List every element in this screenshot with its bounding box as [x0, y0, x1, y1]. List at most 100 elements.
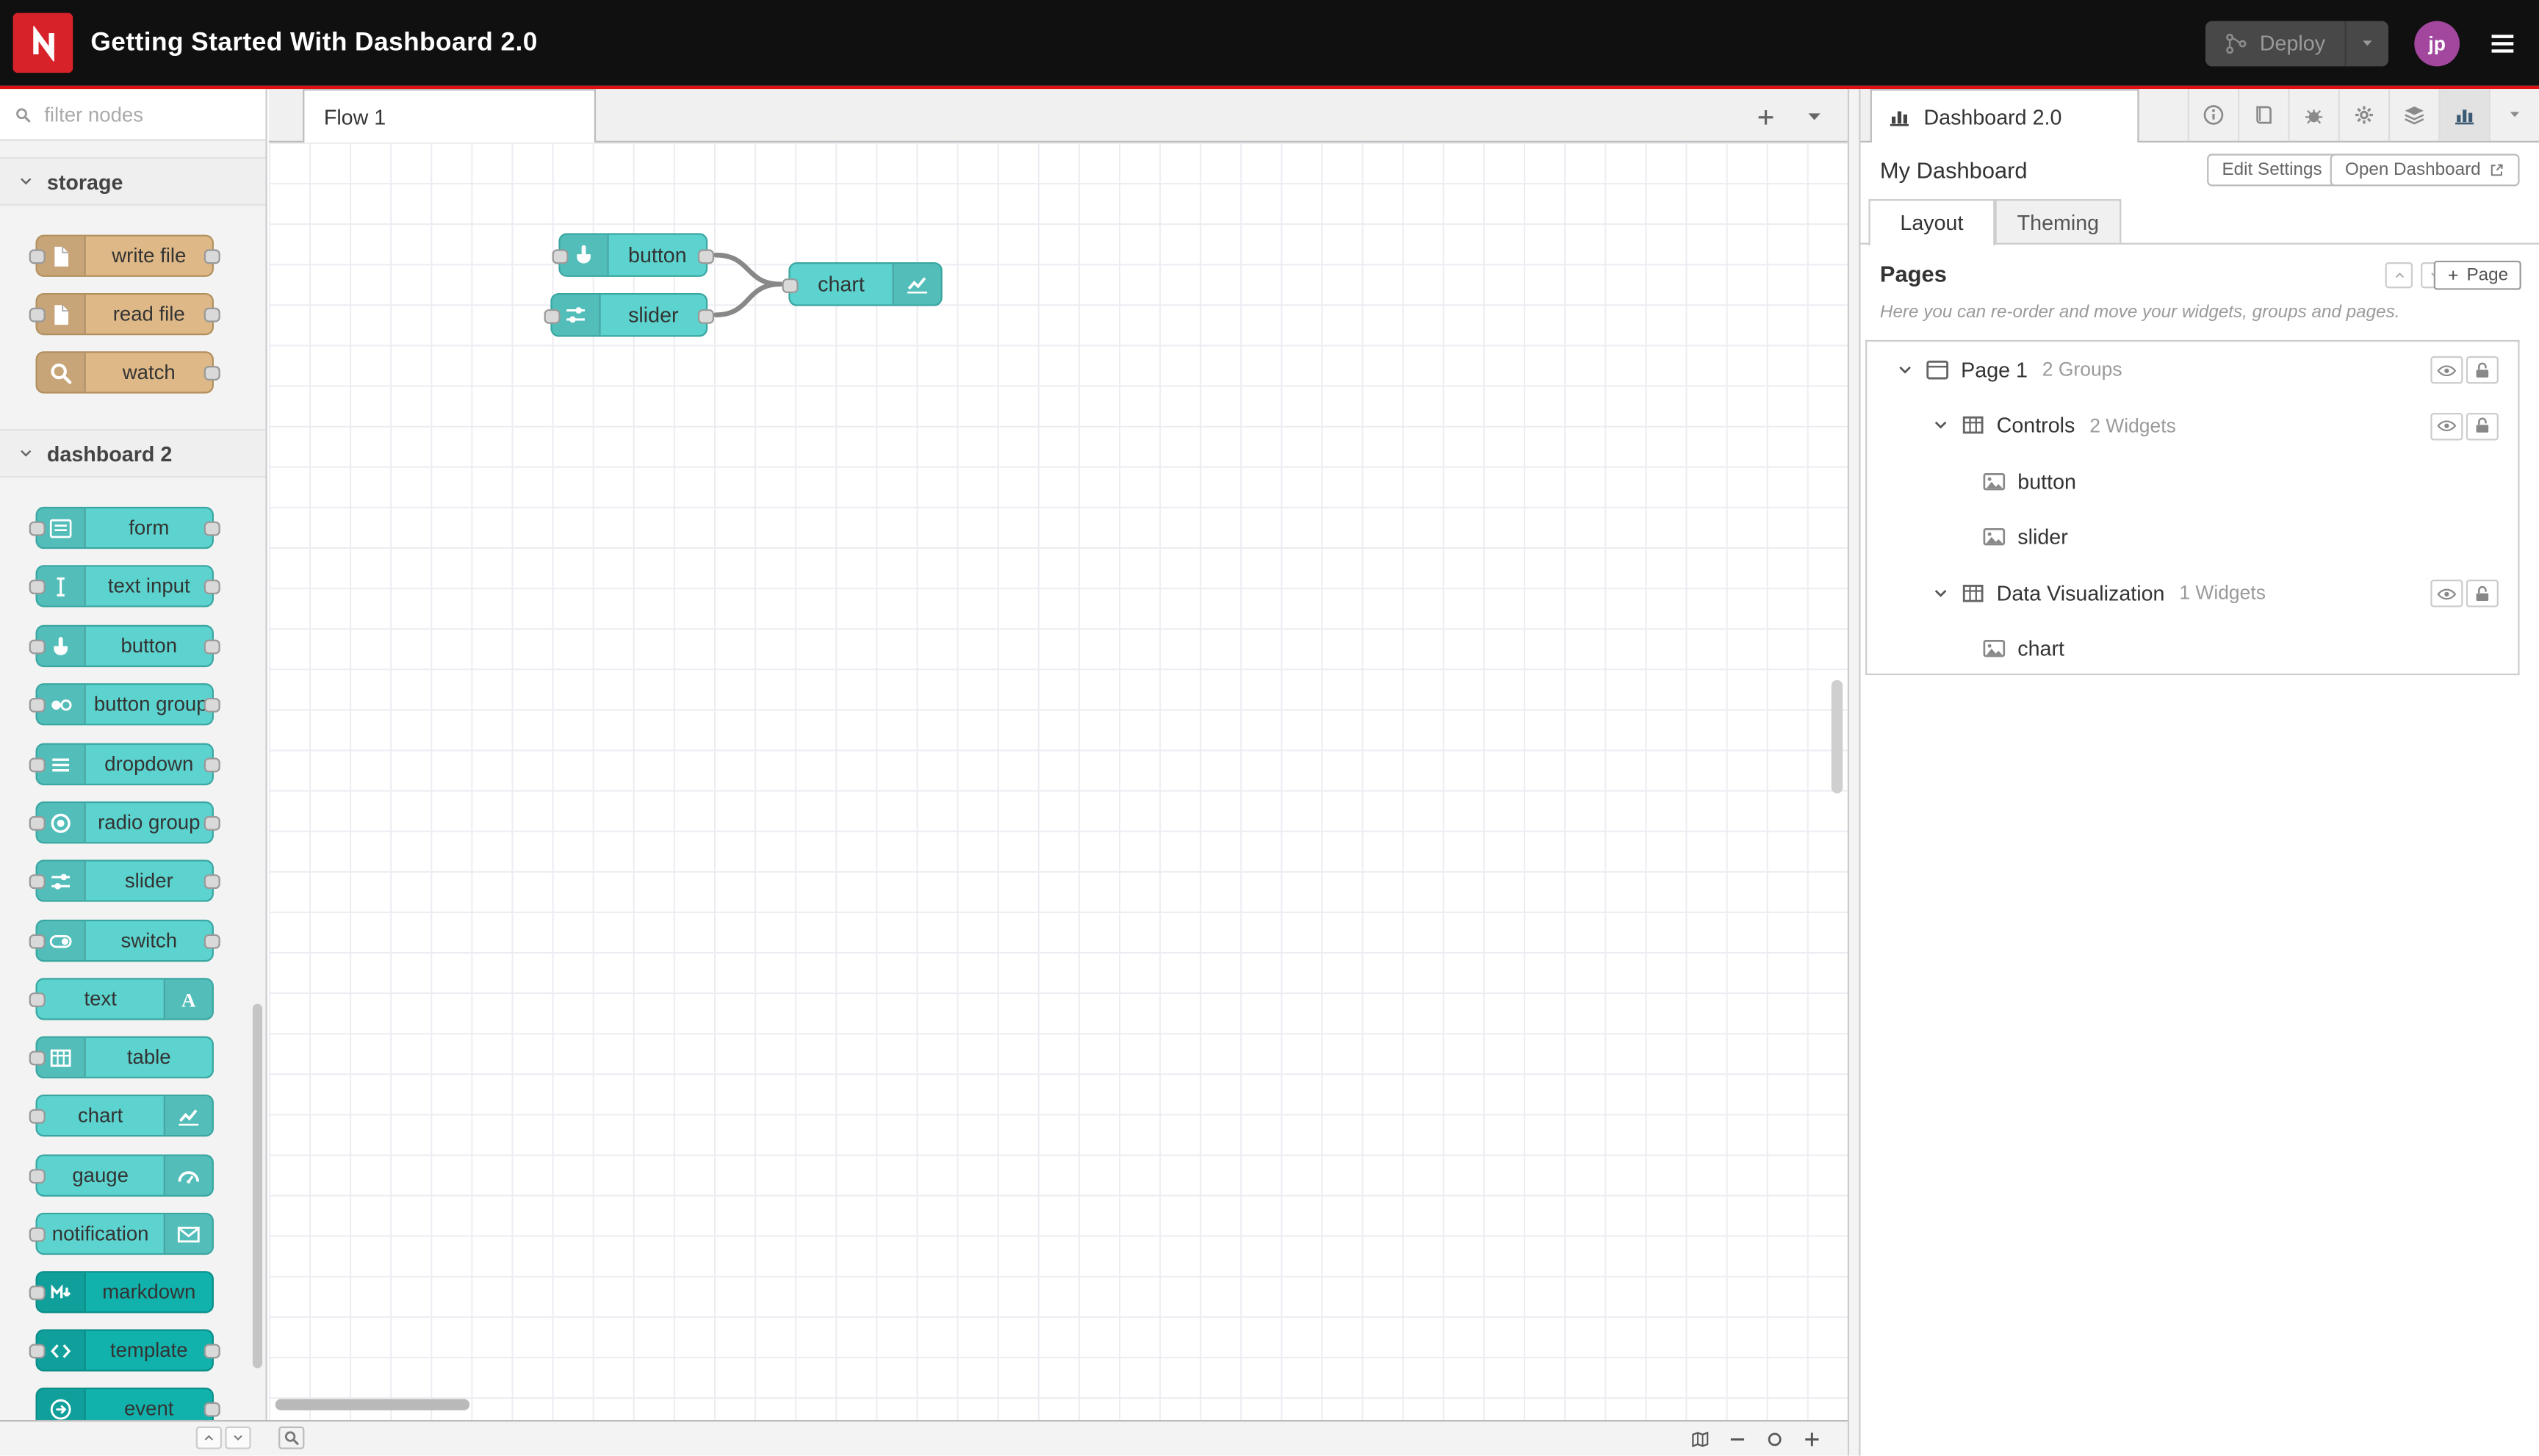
tree-row-widget-slider[interactable]: slider: [1867, 509, 2518, 565]
palette-category-dashboard-2[interactable]: dashboard 2: [0, 429, 266, 478]
line-chart-icon: [163, 1096, 212, 1136]
tab-help[interactable]: [2238, 89, 2288, 141]
palette-node-chart[interactable]: chart: [29, 1094, 214, 1137]
palette-node-notification[interactable]: notification: [29, 1212, 214, 1255]
flow-list-button[interactable]: [1796, 98, 1831, 134]
node-red-logo-icon: [25, 25, 60, 60]
palette-node-button-group[interactable]: button group: [29, 683, 220, 726]
tab-debug[interactable]: [2288, 89, 2338, 141]
chevron-down-icon[interactable]: [1896, 361, 1914, 378]
tree-row-controls[interactable]: Controls 2 Widgets: [1867, 397, 2518, 453]
sidebar-menu-button[interactable]: [2488, 89, 2539, 141]
tab-layout[interactable]: Layout: [1868, 199, 1995, 247]
palette-node-event[interactable]: event: [35, 1387, 220, 1420]
visibility-toggle-button[interactable]: [2430, 356, 2463, 384]
tab-config-nodes[interactable]: [2338, 89, 2388, 141]
envelope-icon: [163, 1214, 212, 1253]
search-flows-button[interactable]: [278, 1426, 305, 1449]
palette-node-form[interactable]: form: [29, 506, 220, 549]
deploy-button[interactable]: Deploy: [2204, 20, 2389, 66]
tab-context[interactable]: [2388, 89, 2438, 141]
node-input-port: [29, 639, 46, 655]
navigator-toggle-button[interactable]: [1690, 1429, 1710, 1448]
zoom-out-button[interactable]: [1728, 1429, 1747, 1448]
node-input-port: [29, 874, 46, 890]
chevron-down-icon: [2507, 107, 2523, 123]
palette-expand-all-button[interactable]: [225, 1426, 251, 1449]
widget-image-icon: [1982, 525, 2006, 549]
palette-node-button[interactable]: button: [29, 624, 220, 668]
lock-toggle-button[interactable]: [2466, 580, 2499, 608]
canvas-node-chart[interactable]: chart: [782, 262, 943, 306]
tree-row-page-1[interactable]: Page 1 2 Groups: [1867, 342, 2518, 397]
node-input-port: [29, 1109, 46, 1124]
magnifier-icon: [37, 353, 86, 392]
zoom-reset-button[interactable]: [1765, 1429, 1784, 1448]
palette-node-text[interactable]: text: [29, 978, 214, 1020]
user-avatar[interactable]: jp: [2414, 20, 2460, 66]
tab-dashboard-icon[interactable]: [2438, 89, 2489, 141]
palette-node-gauge[interactable]: gauge: [29, 1154, 214, 1197]
node-output-port: [204, 366, 220, 381]
zoom-in-button[interactable]: [1802, 1429, 1821, 1448]
tree-row-data-visualization[interactable]: Data Visualization 1 Widgets: [1867, 565, 2518, 621]
palette-node-watch[interactable]: watch: [35, 351, 220, 394]
sidebar-tab-bar: Dashboard 2.0: [1860, 89, 2539, 143]
node-output-port: [204, 757, 220, 773]
palette-node-template[interactable]: template: [29, 1329, 220, 1372]
node-output-port: [204, 249, 220, 264]
add-flow-button[interactable]: [1747, 98, 1782, 134]
palette-node-markdown[interactable]: markdown: [29, 1271, 214, 1313]
palette-scrollbar[interactable]: [252, 1003, 263, 1369]
node-input-port[interactable]: [544, 308, 561, 323]
tab-info[interactable]: [2187, 89, 2238, 141]
palette-node-dropdown[interactable]: dropdown: [29, 743, 220, 785]
node-input-port[interactable]: [782, 277, 799, 292]
node-output-port[interactable]: [697, 248, 714, 264]
move-page-up-button[interactable]: [2385, 262, 2413, 289]
chevron-down-icon[interactable]: [1931, 584, 1949, 602]
palette-collapse-all-button[interactable]: [195, 1426, 222, 1449]
palette-node-radio-group[interactable]: radio group: [29, 801, 220, 844]
node-input-port: [29, 1227, 46, 1242]
tab-flow-1[interactable]: Flow 1: [303, 89, 597, 143]
palette-node-text-input[interactable]: text input: [29, 565, 220, 608]
node-output-port: [204, 815, 220, 831]
chevron-down-icon[interactable]: [1931, 417, 1949, 434]
node-input-port[interactable]: [552, 248, 569, 264]
canvas-node-button[interactable]: button: [552, 233, 714, 277]
canvas-node-slider[interactable]: slider: [544, 292, 714, 337]
flow-canvas[interactable]: button slider chart: [268, 142, 1848, 1420]
canvas-vertical-scrollbar[interactable]: [1831, 680, 1843, 793]
add-page-button[interactable]: Page: [2434, 260, 2521, 290]
filter-nodes-input[interactable]: [40, 101, 251, 128]
widget-image-icon: [1982, 637, 2006, 661]
deploy-options-button[interactable]: [2344, 20, 2389, 66]
node-input-port: [29, 992, 46, 1007]
node-output-port: [204, 1402, 220, 1417]
node-output-port[interactable]: [697, 308, 714, 323]
tree-row-widget-button[interactable]: button: [1867, 453, 2518, 509]
visibility-toggle-button[interactable]: [2430, 411, 2463, 440]
lock-toggle-button[interactable]: [2466, 356, 2499, 384]
palette-node-switch[interactable]: switch: [29, 919, 220, 962]
palette-node-slider[interactable]: slider: [29, 859, 220, 902]
palette-search[interactable]: [0, 89, 266, 141]
visibility-toggle-button[interactable]: [2430, 580, 2463, 608]
palette-node-write-file[interactable]: write file: [29, 234, 220, 277]
lock-toggle-button[interactable]: [2466, 411, 2499, 440]
node-palette: storage write file read file watch dashb…: [0, 89, 267, 1420]
tab-dashboard-2[interactable]: Dashboard 2.0: [1870, 89, 2139, 143]
node-input-port: [29, 249, 46, 264]
node-input-port: [29, 1344, 46, 1359]
palette-node-table[interactable]: table: [29, 1036, 214, 1078]
sidebar-splitter[interactable]: [1847, 89, 1861, 1456]
tab-theming[interactable]: Theming: [1995, 199, 2122, 245]
canvas-horizontal-scrollbar[interactable]: [275, 1399, 470, 1410]
tree-row-widget-chart[interactable]: chart: [1867, 621, 2518, 677]
palette-category-storage[interactable]: storage: [0, 156, 266, 206]
open-dashboard-button[interactable]: Open Dashboard: [2330, 154, 2520, 187]
main-menu-button[interactable]: [2485, 29, 2519, 58]
palette-node-read-file[interactable]: read file: [29, 292, 220, 336]
flow-tab-bar: Flow 1: [268, 89, 1848, 143]
